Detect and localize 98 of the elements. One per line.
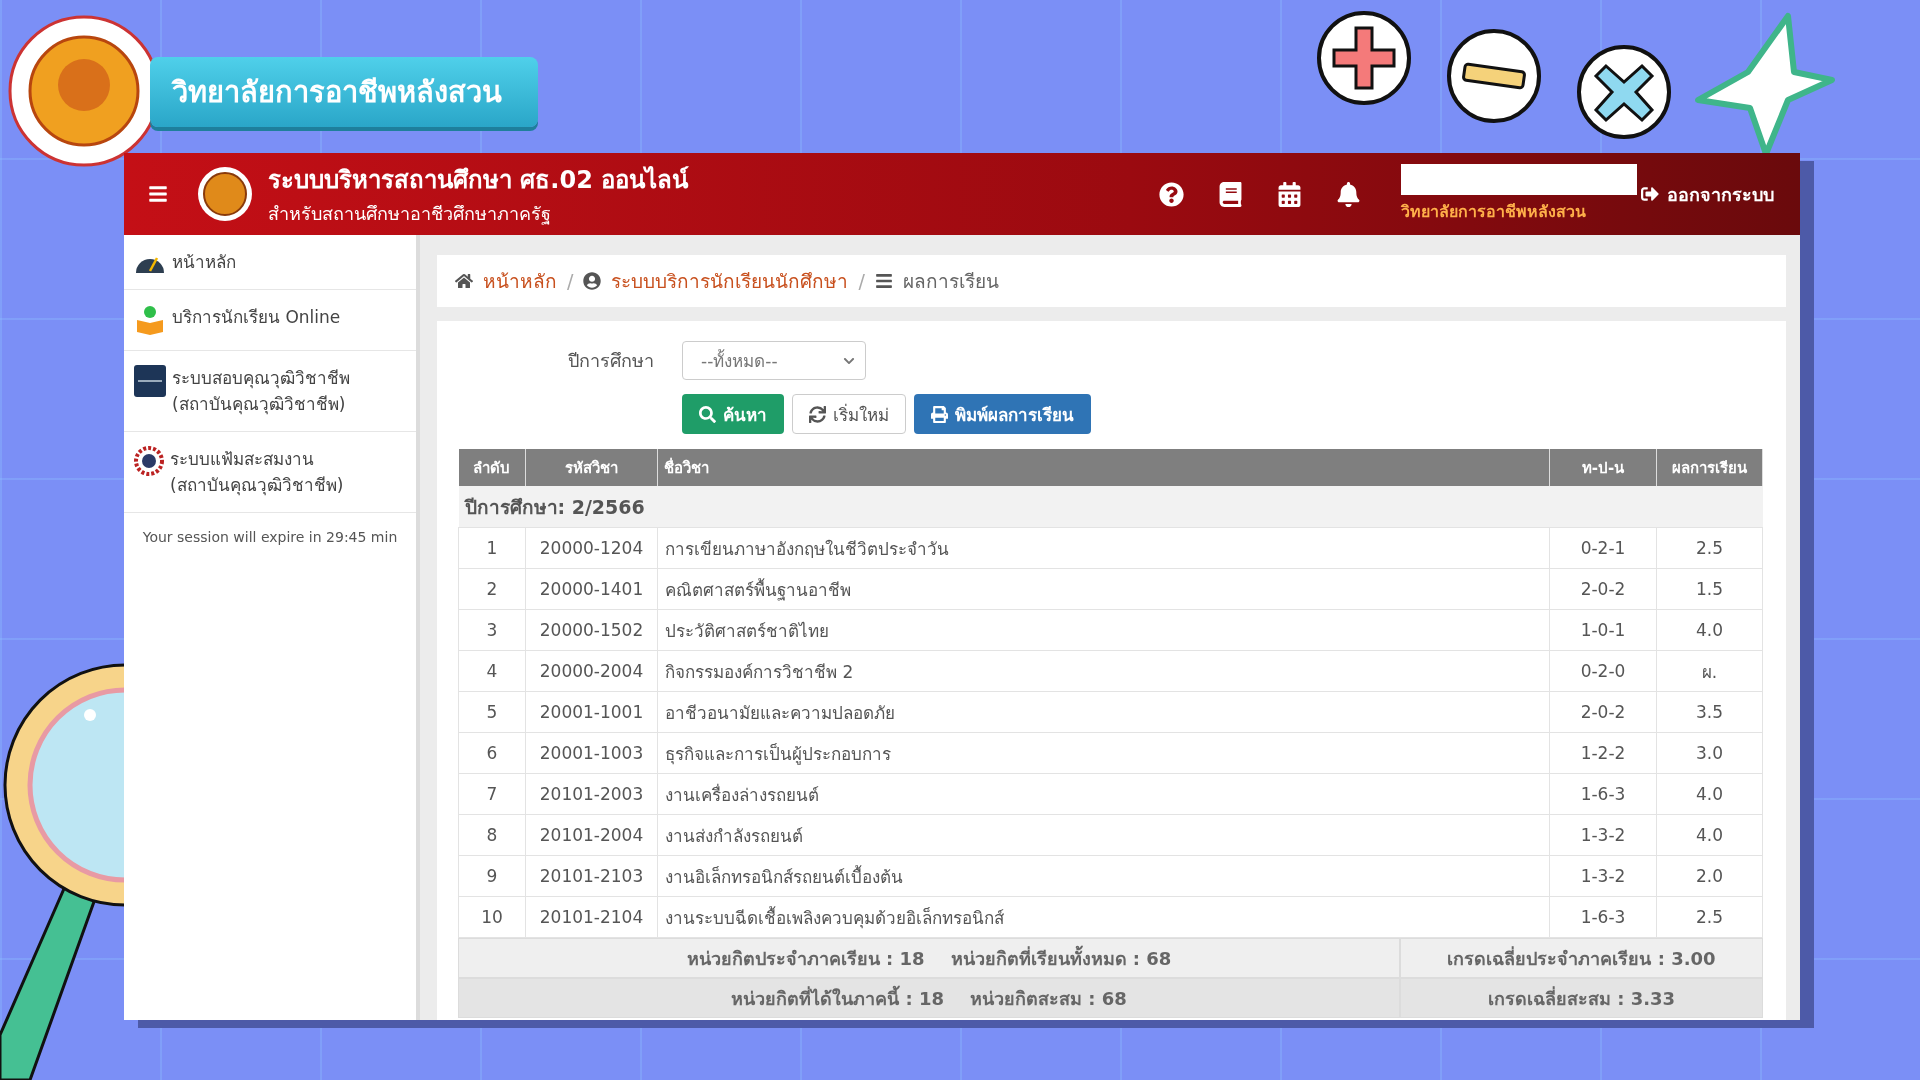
breadcrumb-separator: / (567, 270, 574, 292)
year-select[interactable]: --ทั้งหมด-- (682, 341, 866, 380)
table-cell: 20101-2003 (525, 773, 658, 815)
table-cell: 6 (458, 732, 526, 774)
table-cell: 3 (458, 609, 526, 651)
multiply-icon (1576, 44, 1672, 140)
table-cell: 2 (458, 568, 526, 610)
plus-icon (1316, 10, 1412, 106)
table-cell: ประวัติศาสตร์ชาติไทย (657, 609, 1550, 651)
column-header: ลำดับ (458, 449, 526, 486)
credit-total: หน่วยกิตที่เรียนทั้งหมด : 68 (950, 944, 1172, 971)
breadcrumb-link[interactable]: หน้าหลัก (483, 266, 557, 296)
system-subtitle: สำหรับสถานศึกษาอาชีวศึกษาภาครัฐ (268, 202, 552, 227)
refresh-icon (809, 405, 826, 423)
table-cell: 1-6-3 (1549, 773, 1657, 815)
credit-total: หน่วยกิตที่ได้ในภาคนี้ : 18 (731, 984, 944, 1011)
table-cell: 2.0 (1656, 855, 1763, 897)
table-cell: ผ. (1656, 650, 1763, 692)
emblem-icon (134, 446, 164, 476)
table-cell: การเขียนภาษาอังกฤษในชีวิตประจำวัน (657, 527, 1550, 569)
table-cell: คณิตศาสตร์พื้นฐานอาชีพ (657, 568, 1550, 610)
table-cell: 8 (458, 814, 526, 856)
minus-icon (1446, 28, 1542, 124)
column-header: รหัสวิชา (525, 449, 658, 486)
table-cell: 7 (458, 773, 526, 815)
table-cell: 4.0 (1656, 773, 1763, 815)
table-cell: 20000-1502 (525, 609, 658, 651)
table-cell: 4 (458, 650, 526, 692)
column-header: ท-ป-น (1549, 449, 1657, 486)
table-cell: 0-2-1 (1549, 527, 1657, 569)
table-cell: 1-2-2 (1549, 732, 1657, 774)
logout-button[interactable]: ออกจากระบบ (1637, 175, 1778, 213)
credit-total: หน่วยกิตสะสม : 68 (970, 986, 1127, 1011)
gpa-text: เกรดเฉลี่ยสะสม : 3.33 (1487, 985, 1676, 1011)
system-title: ระบบบริหารสถานศึกษา ศธ.02 ออนไลน์ (268, 165, 689, 196)
logout-icon (1641, 185, 1659, 203)
field-label: ปีการศึกษา (567, 349, 655, 373)
book-icon[interactable] (1218, 181, 1243, 207)
table-cell: 2.5 (1656, 527, 1763, 569)
table-cell: 1-6-3 (1549, 896, 1657, 938)
table-cell: กิจกรรมองค์การวิชาชีพ 2 (657, 650, 1550, 692)
table-cell: 2-0-2 (1549, 568, 1657, 610)
table-cell: อาชีวอนามัยและความปลอดภัย (657, 691, 1550, 733)
table-cell: 20101-2004 (525, 814, 658, 856)
table-cell: 5 (458, 691, 526, 733)
table-cell: 1-0-1 (1549, 609, 1657, 651)
credit-total: หน่วยกิตประจำภาคเรียน : 18 (686, 946, 925, 971)
table-cell: 20001-1001 (525, 691, 658, 733)
bell-icon[interactable] (1336, 181, 1361, 207)
list-icon (874, 272, 893, 290)
column-header: ผลการเรียน (1656, 449, 1763, 486)
table-cell: 1 (458, 527, 526, 569)
table-cell: 1.5 (1656, 568, 1763, 610)
search-icon (699, 405, 716, 423)
sidebar-item[interactable]: ระบบแฟ้มสะสมงาน (สถาบันคุณวุฒิวิชาชีพ) (124, 432, 416, 513)
breadcrumb-separator: / (858, 270, 865, 292)
student-icon (134, 304, 166, 336)
table-cell: 9 (458, 855, 526, 897)
table-cell: 20000-1401 (525, 568, 658, 610)
table-cell: 20000-2004 (525, 650, 658, 692)
table-cell: 4.0 (1656, 814, 1763, 856)
gpa-text: เกรดเฉลี่ยประจำภาคเรียน : 3.00 (1447, 945, 1716, 971)
table-cell: 1-3-2 (1549, 814, 1657, 856)
logo-icon (134, 365, 166, 397)
breadcrumb-current-text: ผลการเรียน (902, 269, 999, 294)
table-cell: 1-3-2 (1549, 855, 1657, 897)
table-cell: 20101-2103 (525, 855, 658, 897)
table-cell: 3.5 (1656, 691, 1763, 733)
group-row: ปีการศึกษา: 2/2566 (458, 486, 1763, 528)
home-icon (455, 272, 473, 290)
breadcrumb-link[interactable]: ระบบบริการนักเรียนนักศึกษา (611, 266, 849, 296)
emblem-icon (196, 165, 254, 223)
help-icon[interactable] (1159, 181, 1184, 207)
college-name: วิทยาลัยการอาชีพหลังสวน (1401, 201, 1587, 223)
table-cell: 3.0 (1656, 732, 1763, 774)
table-cell: งานระบบฉีดเชื้อเพลิงควบคุมด้วยอิเล็กทรอนิกส์ (657, 896, 1550, 938)
sidebar-item[interactable]: ระบบสอบคุณวุฒิวิชาชีพ (สถาบันคุณวุฒิวิชาชีพ) (124, 351, 416, 432)
sidebar-item[interactable]: หน้าหลัก (124, 235, 416, 290)
print-button[interactable]: พิมพ์ผลการเรียน (914, 394, 1091, 434)
table-cell: 20001-1003 (525, 732, 658, 774)
menu-icon[interactable] (148, 184, 168, 204)
table-cell: งานส่งกำลังรถยนต์ (657, 814, 1550, 856)
table-cell: งานอิเล็กทรอนิกส์รถยนต์เบื้องต้น (657, 855, 1550, 897)
table-cell: 0-2-0 (1549, 650, 1657, 692)
session-text: Your session will expire in 29:45 min (141, 528, 399, 547)
table-cell: 2-0-2 (1549, 691, 1657, 733)
sidebar-item[interactable]: บริการนักเรียน Online (124, 290, 416, 351)
table-cell: ธุรกิจและการเป็นผู้ประกอบการ (657, 732, 1550, 774)
table-cell: งานเครื่องล่างรถยนต์ (657, 773, 1550, 815)
table-cell: 20101-2104 (525, 896, 658, 938)
table-cell: 4.0 (1656, 609, 1763, 651)
calendar-icon[interactable] (1277, 181, 1302, 207)
table-cell: 2.5 (1656, 896, 1763, 938)
reset-button[interactable]: เริ่มใหม่ (792, 394, 906, 434)
table-cell: 10 (458, 896, 526, 938)
table-cell: 20000-1204 (525, 527, 658, 569)
printer-icon (931, 405, 948, 423)
column-header: ชื่อวิชา (657, 449, 1550, 486)
